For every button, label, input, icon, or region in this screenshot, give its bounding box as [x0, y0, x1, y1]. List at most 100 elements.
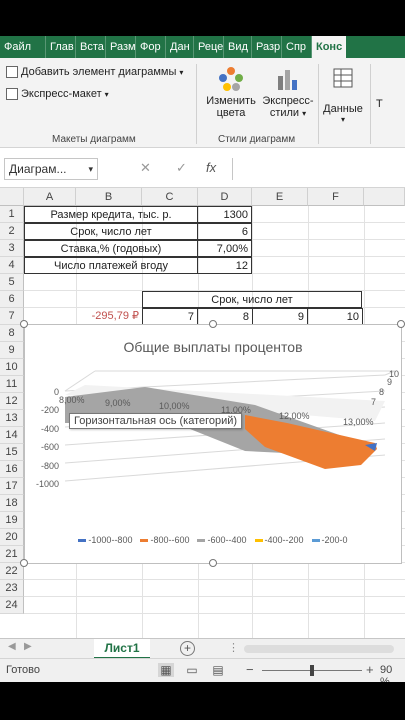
- chart-resize-handle[interactable]: [209, 320, 217, 328]
- add-sheet-button[interactable]: +: [180, 641, 195, 656]
- param-label[interactable]: Ставка,% (годовых): [24, 240, 198, 257]
- cut-off-ribbon-item[interactable]: Т: [376, 98, 383, 110]
- column-header-e[interactable]: E: [252, 188, 308, 206]
- legend-item[interactable]: -200-0: [311, 535, 348, 545]
- name-box[interactable]: Диаграм... ▾: [4, 158, 98, 180]
- term-cell[interactable]: 10: [307, 308, 363, 325]
- column-header-c[interactable]: C: [142, 188, 198, 206]
- tab-file[interactable]: Файл: [0, 36, 46, 58]
- gridline: [24, 613, 405, 614]
- chart-resize-handle[interactable]: [20, 559, 28, 567]
- row-header[interactable]: 13: [0, 410, 24, 427]
- cancel-icon[interactable]: ✕: [140, 160, 151, 176]
- express-styles-button[interactable]: Экспресс- стили ▾: [258, 66, 318, 119]
- quick-layout-button[interactable]: Экспресс-макет ▾: [6, 88, 109, 100]
- tab-insert[interactable]: Вста: [76, 36, 106, 58]
- enter-icon[interactable]: ✓: [176, 160, 187, 176]
- param-value[interactable]: 7,00%: [197, 240, 252, 257]
- row-header[interactable]: 23: [0, 580, 24, 597]
- page-break-view-icon[interactable]: ▤: [210, 663, 226, 677]
- zoom-out-icon[interactable]: −: [246, 662, 254, 677]
- row-header[interactable]: 9: [0, 342, 24, 359]
- row-header[interactable]: 17: [0, 478, 24, 495]
- next-sheet-icon[interactable]: ▶: [24, 641, 32, 652]
- term-cell[interactable]: 8: [197, 308, 253, 325]
- legend-item[interactable]: -600--400: [197, 535, 247, 545]
- table-header-term[interactable]: Срок, число лет: [142, 291, 362, 308]
- row-header[interactable]: 6: [0, 291, 24, 308]
- row-header[interactable]: 11: [0, 376, 24, 393]
- legend-item[interactable]: -400--200: [254, 535, 304, 545]
- worksheet-grid[interactable]: A B C D E F 1 2 3 4 5 6 7 8 9 10 11 12 13 14 15 16 17 18 1…: [0, 188, 405, 638]
- column-header-b[interactable]: B: [76, 188, 142, 206]
- row-header[interactable]: 1: [0, 206, 24, 223]
- row-header[interactable]: 16: [0, 461, 24, 478]
- legend-item[interactable]: -800--600: [140, 535, 189, 545]
- chart-resize-handle[interactable]: [209, 559, 217, 567]
- status-ready: Готово: [6, 664, 40, 676]
- function-icon[interactable]: fx: [206, 160, 216, 175]
- param-value[interactable]: 1300: [197, 206, 252, 223]
- tab-developer[interactable]: Разр: [252, 36, 282, 58]
- more-options-icon[interactable]: ⋮: [228, 641, 239, 654]
- bottom-bezel: [0, 682, 405, 720]
- row-header[interactable]: 8: [0, 325, 24, 342]
- term-cell[interactable]: 7: [142, 308, 198, 325]
- tab-data[interactable]: Дан: [166, 36, 194, 58]
- legend-label: -200-0: [321, 535, 348, 545]
- change-colors-button[interactable]: Изменить цвета: [202, 66, 260, 119]
- legend-swatch: [78, 538, 87, 542]
- chart-element-icon: [6, 66, 18, 78]
- tab-home[interactable]: Глав: [46, 36, 76, 58]
- row-header[interactable]: 19: [0, 512, 24, 529]
- legend-label: -600--400: [207, 535, 247, 545]
- tab-view[interactable]: Вид: [224, 36, 252, 58]
- tab-page-layout[interactable]: Разм: [106, 36, 136, 58]
- row-header[interactable]: 2: [0, 223, 24, 240]
- add-chart-element-button[interactable]: Добавить элемент диаграммы ▾: [6, 66, 183, 78]
- tab-formulas[interactable]: Фор: [136, 36, 166, 58]
- row-header[interactable]: 15: [0, 444, 24, 461]
- status-bar: Готово ▦ ▭ ▤ − + 90 %: [0, 658, 405, 688]
- zoom-in-icon[interactable]: +: [366, 662, 374, 677]
- legend-item[interactable]: -1000--800: [78, 535, 132, 545]
- cell-b7[interactable]: -295,79 ₽: [76, 308, 142, 325]
- column-header-g[interactable]: [364, 188, 405, 206]
- page-layout-view-icon[interactable]: ▭: [184, 663, 200, 677]
- param-value[interactable]: 12: [197, 257, 252, 274]
- data-button[interactable]: Данные ▾: [320, 66, 366, 124]
- zoom-slider-thumb[interactable]: [310, 665, 314, 676]
- row-header[interactable]: 3: [0, 240, 24, 257]
- column-header-a[interactable]: A: [24, 188, 76, 206]
- row-header[interactable]: 24: [0, 597, 24, 614]
- param-value[interactable]: 6: [197, 223, 252, 240]
- column-header-d[interactable]: D: [198, 188, 252, 206]
- param-label[interactable]: Срок, число лет: [24, 223, 198, 240]
- row-header[interactable]: 4: [0, 257, 24, 274]
- tab-review[interactable]: Реце: [194, 36, 224, 58]
- horizontal-scrollbar[interactable]: [244, 645, 394, 653]
- term-cell[interactable]: 9: [252, 308, 308, 325]
- row-header[interactable]: 5: [0, 274, 24, 291]
- chart-legend[interactable]: -1000--800 -800--600 -600--400 -400--200 -20…: [25, 535, 401, 545]
- row-header[interactable]: 18: [0, 495, 24, 512]
- tab-chart-design[interactable]: Конс: [312, 36, 346, 58]
- formula-input[interactable]: [232, 158, 404, 180]
- row-header[interactable]: 20: [0, 529, 24, 546]
- chevron-down-icon[interactable]: ▾: [88, 159, 93, 179]
- row-header[interactable]: 14: [0, 427, 24, 444]
- param-label[interactable]: Число платежей вгоду: [24, 257, 198, 274]
- depth-axis-tick-label: 7: [371, 397, 377, 407]
- column-header-f[interactable]: F: [308, 188, 364, 206]
- param-label[interactable]: Размер кредита, тыс. р.: [24, 206, 198, 223]
- normal-view-icon[interactable]: ▦: [158, 663, 174, 677]
- prev-sheet-icon[interactable]: ◀: [8, 641, 16, 652]
- tab-help[interactable]: Спр: [282, 36, 312, 58]
- chart-resize-handle[interactable]: [397, 320, 405, 328]
- sheet-tab-list1[interactable]: Лист1: [94, 639, 150, 659]
- select-all-corner[interactable]: [0, 188, 24, 206]
- row-header[interactable]: 10: [0, 359, 24, 376]
- chart-resize-handle[interactable]: [20, 320, 28, 328]
- chart-area[interactable]: Общие выплаты процентов 0 -200 -400 -600 -80…: [20, 320, 405, 567]
- row-header[interactable]: 12: [0, 393, 24, 410]
